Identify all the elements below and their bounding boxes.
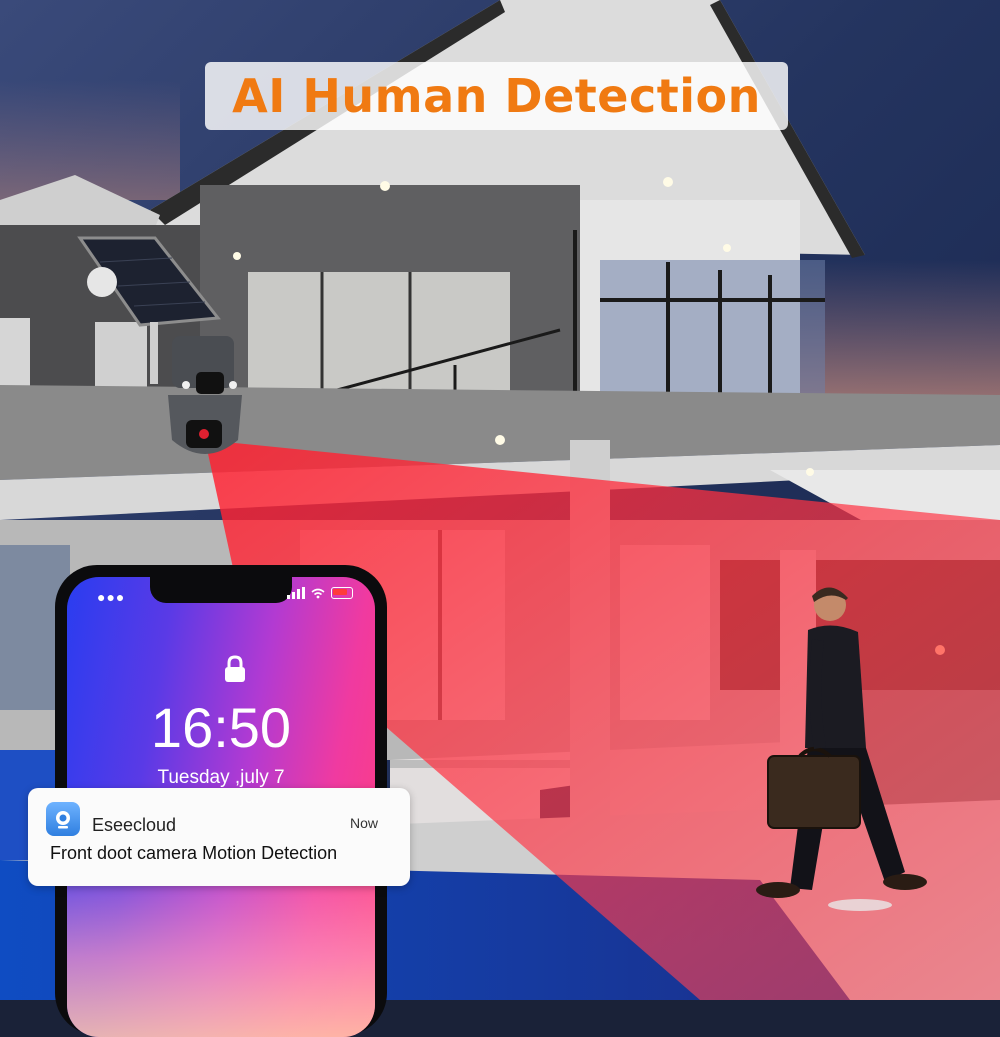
battery-icon	[331, 587, 353, 599]
signal-icon	[287, 587, 305, 599]
phone-notch	[150, 577, 292, 603]
push-notification[interactable]: Eseecloud Now Front doot camera Motion D…	[28, 788, 410, 886]
notification-time: Now	[349, 815, 378, 831]
wifi-icon	[311, 588, 325, 598]
lock-screen-date: Tuesday ,july 7	[157, 767, 285, 788]
headline-text: AI Human Detection	[232, 69, 761, 123]
notification-message: Front doot camera Motion Detection	[50, 843, 338, 863]
lock-screen-time: 16:50	[150, 696, 292, 759]
camera-app-icon	[46, 802, 80, 836]
status-icons	[287, 587, 353, 599]
headline-banner: AI Human Detection	[205, 62, 788, 130]
lock-icon	[225, 655, 245, 682]
status-dots: ●●●	[97, 589, 126, 605]
notification-app-name: Eseecloud	[92, 815, 177, 835]
